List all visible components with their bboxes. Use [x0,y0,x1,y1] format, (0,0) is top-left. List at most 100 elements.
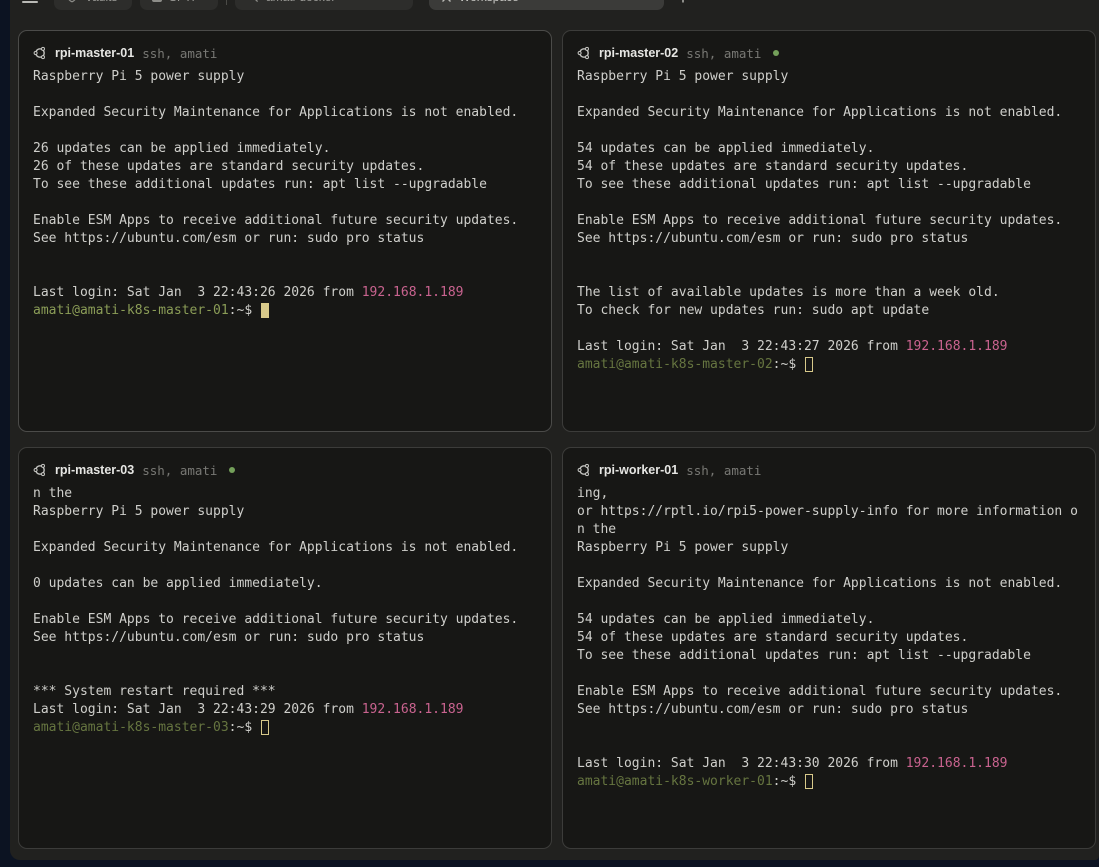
search-icon [247,0,259,3]
terminal-line: amati@amati-k8s-master-03:~$ [33,719,537,737]
terminal-line: To see these additional updates run: apt… [577,176,1081,194]
terminal-line: Expanded Security Maintenance for Applic… [33,104,537,122]
terminal-line: Raspberry Pi 5 power supply [33,503,537,521]
terminal-line [33,122,537,140]
terminal-line: Raspberry Pi 5 power supply [577,68,1081,86]
ubuntu-logo-icon [33,46,47,60]
terminal-line [577,266,1081,284]
terminal-line: Last login: Sat Jan 3 22:43:26 2026 from… [33,284,537,302]
terminal-line [577,557,1081,575]
status-dot [773,50,779,56]
pane-subtitle: ssh, amati [686,46,761,61]
ubuntu-logo-icon [577,46,591,60]
terminal-line: 54 of these updates are standard securit… [577,158,1081,176]
plus-icon [676,0,690,4]
vaults-button[interactable]: Vaults [54,0,132,10]
pane-subtitle: ssh, amati [686,463,761,478]
terminal-line: 0 updates can be applied immediately. [33,575,537,593]
terminal-line: *** System restart required *** [33,683,537,701]
terminal-line: See https://ubuntu.com/esm or run: sudo … [33,629,537,647]
terminal-line: 54 updates can be applied immediately. [577,140,1081,158]
status-dot [229,467,235,473]
terminal-line: Expanded Security Maintenance for Applic… [33,539,537,557]
terminal-line: See https://ubuntu.com/esm or run: sudo … [577,230,1081,248]
terminal-cursor [805,357,813,372]
new-tab-button[interactable] [676,0,690,4]
terminal-line: n the [577,521,1081,539]
terminal-output[interactable]: Raspberry Pi 5 power supply Expanded Secu… [19,65,551,431]
terminal-pane-rpi-master-02[interactable]: rpi-master-02 ssh, amati Raspberry Pi 5 … [562,30,1096,432]
sftp-button[interactable]: SFTP [140,0,218,10]
pane-header[interactable]: rpi-master-02 ssh, amati [563,31,1095,65]
ubuntu-logo-icon [577,463,591,477]
terminal-pane-grid: rpi-master-01 ssh, amati Raspberry Pi 5 … [18,30,1096,849]
tab-label: Workspace [459,0,519,4]
top-tab-bar: Vaults SFTP amati-docker Workspace [10,0,1099,12]
terminal-line [33,557,537,575]
terminal-line: To check for new updates run: sudo apt u… [577,302,1081,320]
terminal-line: 26 of these updates are standard securit… [33,158,537,176]
menu-icon[interactable] [22,0,38,3]
terminal-line: See https://ubuntu.com/esm or run: sudo … [577,701,1081,719]
terminal-line: Raspberry Pi 5 power supply [33,68,537,86]
terminal-line: 54 of these updates are standard securit… [577,629,1081,647]
tabbar-divider [226,0,227,5]
terminal-line [33,194,537,212]
terminal-output[interactable]: n theRaspberry Pi 5 power supply Expanded… [19,482,551,848]
pane-header[interactable]: rpi-master-01 ssh, amati [19,31,551,65]
terminal-line: Last login: Sat Jan 3 22:43:30 2026 from… [577,755,1081,773]
terminal-line: Enable ESM Apps to receive additional fu… [33,611,537,629]
pane-header[interactable]: rpi-worker-01 ssh, amati [563,448,1095,482]
shield-icon [66,0,78,3]
terminal-line [33,647,537,665]
terminal-line [33,266,537,284]
terminal-line [33,86,537,104]
terminal-line [577,719,1081,737]
terminal-line [577,320,1081,338]
pane-title: rpi-master-01 [55,46,134,60]
terminal-line: n the [33,485,537,503]
terminal-line: Expanded Security Maintenance for Applic… [577,104,1081,122]
terminal-line: The list of available updates is more th… [577,284,1081,302]
terminal-pane-rpi-master-03[interactable]: rpi-master-03 ssh, amati n theRaspberry … [18,447,552,849]
terminal-line [577,593,1081,611]
terminal-line: amati@amati-k8s-master-01:~$ [33,302,537,320]
terminal-line [577,737,1081,755]
terminal-cursor [261,303,269,318]
terminal-line: ing, [577,485,1081,503]
terminal-cursor [805,774,813,789]
sftp-icon [152,0,162,2]
pane-subtitle: ssh, amati [142,46,217,61]
pane-header[interactable]: rpi-master-03 ssh, amati [19,448,551,482]
terminal-line [33,593,537,611]
pane-title: rpi-master-03 [55,463,134,477]
pane-title: rpi-worker-01 [599,463,678,477]
terminal-pane-rpi-worker-01[interactable]: rpi-worker-01 ssh, amati ing,or https://… [562,447,1096,849]
terminal-line: To see these additional updates run: apt… [33,176,537,194]
terminal-line [577,122,1081,140]
terminal-line: amati@amati-k8s-worker-01:~$ [577,773,1081,791]
terminal-line [577,86,1081,104]
vaults-label: Vaults [85,0,117,4]
tab-amati-docker[interactable]: amati-docker [235,0,413,10]
terminal-output[interactable]: ing,or https://rptl.io/rpi5-power-supply… [563,482,1095,848]
terminal-line: or https://rptl.io/rpi5-power-supply-inf… [577,503,1081,521]
terminal-line [33,521,537,539]
terminal-app-window: Vaults SFTP amati-docker Workspace [10,0,1099,860]
terminal-line: Raspberry Pi 5 power supply [577,539,1081,557]
terminal-cursor [261,720,269,735]
terminal-output[interactable]: Raspberry Pi 5 power supply Expanded Secu… [563,65,1095,431]
terminal-line: See https://ubuntu.com/esm or run: sudo … [33,230,537,248]
terminal-pane-rpi-master-01[interactable]: rpi-master-01 ssh, amati Raspberry Pi 5 … [18,30,552,432]
tab-workspace[interactable]: Workspace [429,0,664,10]
tab-label: amati-docker [266,0,335,4]
pane-title: rpi-master-02 [599,46,678,60]
terminal-line [33,248,537,266]
terminal-line [577,665,1081,683]
terminal-line: Last login: Sat Jan 3 22:43:29 2026 from… [33,701,537,719]
terminal-line: 26 updates can be applied immediately. [33,140,537,158]
close-icon[interactable] [441,0,452,3]
terminal-line [577,194,1081,212]
terminal-line: Expanded Security Maintenance for Applic… [577,575,1081,593]
sftp-label: SFTP [169,0,200,4]
